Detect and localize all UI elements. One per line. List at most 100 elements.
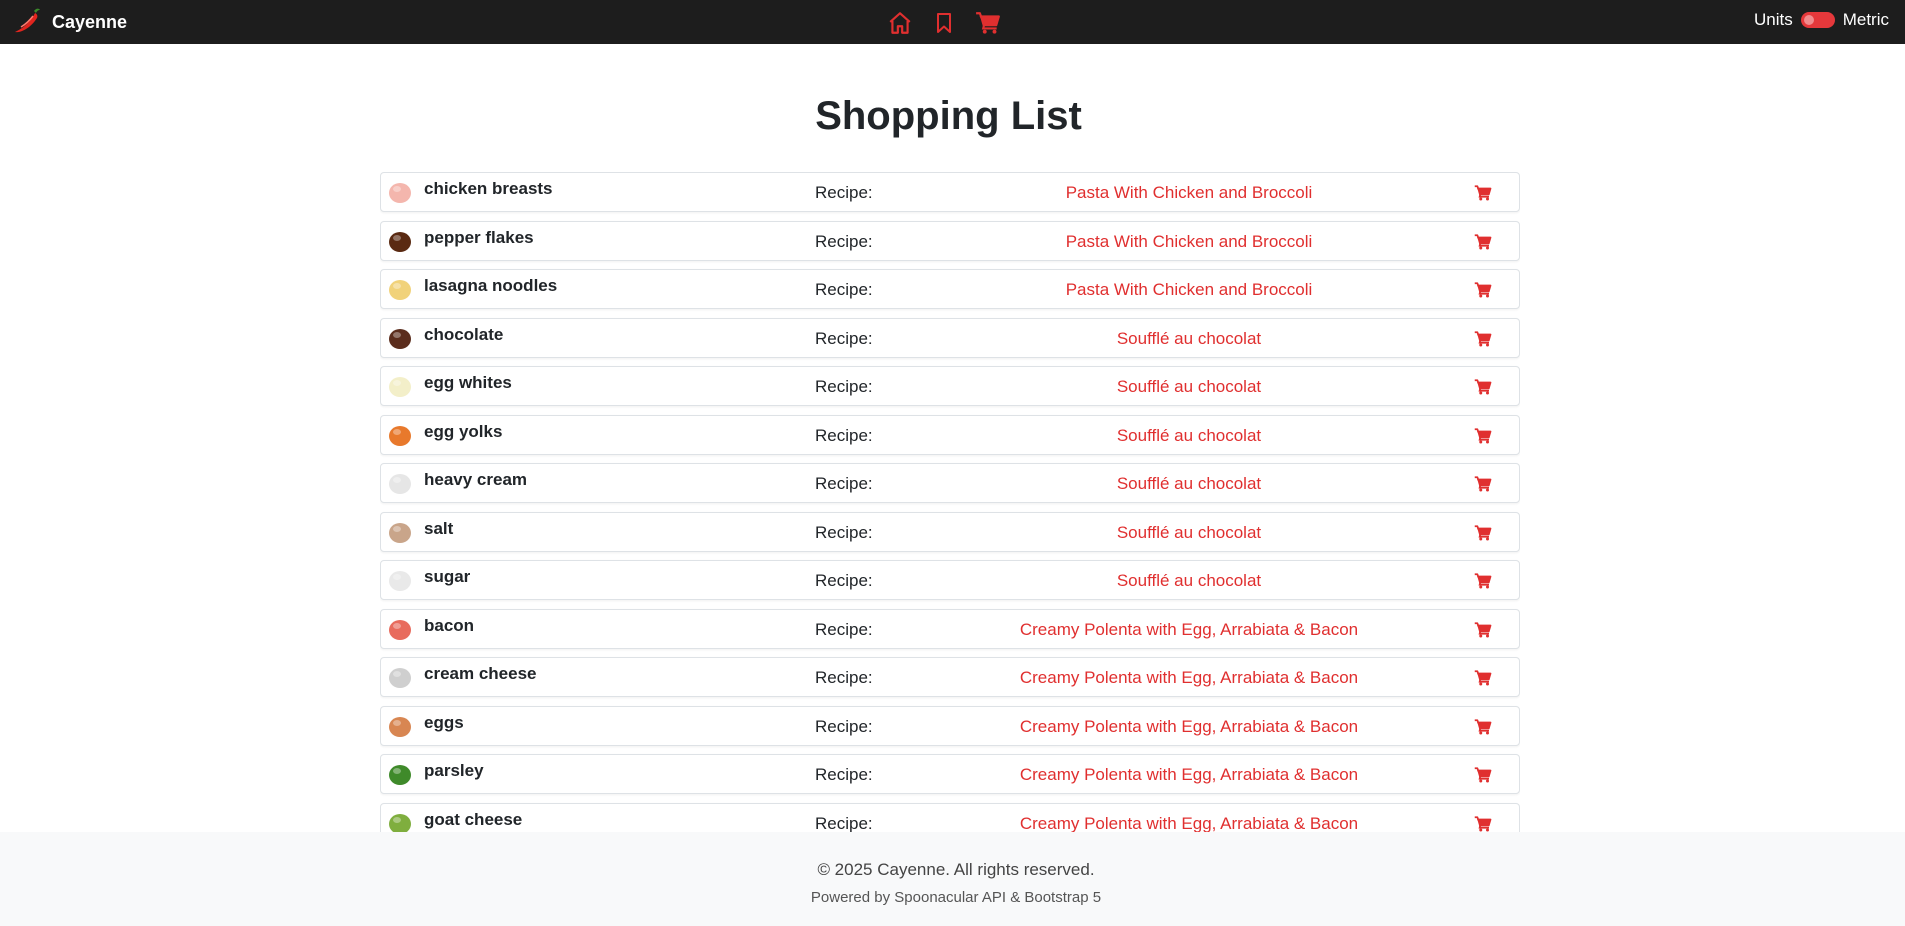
- ingredient-name: lasagna noodles: [424, 276, 558, 295]
- ingredient-image: [384, 176, 416, 208]
- cart-icon[interactable]: [1474, 330, 1494, 348]
- cart-icon[interactable]: [1474, 669, 1494, 687]
- ingredient-name: heavy cream: [424, 470, 528, 489]
- recipe-link[interactable]: Soufflé au chocolat: [929, 329, 1449, 349]
- cart-icon[interactable]: [1474, 621, 1494, 639]
- recipe-link[interactable]: Soufflé au chocolat: [929, 571, 1449, 591]
- ingredient-name: egg yolks: [424, 422, 503, 441]
- ingredient-name: cream cheese: [424, 664, 537, 683]
- list-item: sugar Recipe: Soufflé au chocolat: [380, 560, 1520, 600]
- cart-icon[interactable]: [1474, 718, 1494, 736]
- list-item: lasagna noodles Recipe: Pasta With Chicken…: [380, 269, 1520, 309]
- recipe-label: Recipe:: [815, 377, 873, 396]
- home-icon[interactable]: [886, 10, 914, 36]
- recipe-link[interactable]: Pasta With Chicken and Broccoli: [929, 232, 1449, 252]
- cart-icon[interactable]: [1474, 524, 1494, 542]
- recipe-link[interactable]: Creamy Polenta with Egg, Arrabiata & Bac…: [929, 765, 1449, 785]
- list-item: goat cheese Recipe: Creamy Polenta with Eg…: [380, 803, 1520, 832]
- footer: © 2025 Cayenne. All rights reserved. Pow…: [0, 832, 1905, 926]
- recipe-label: Recipe:: [815, 183, 873, 202]
- recipe-link[interactable]: Soufflé au chocolat: [929, 426, 1449, 446]
- recipe-link[interactable]: Creamy Polenta with Egg, Arrabiata & Bac…: [929, 717, 1449, 737]
- ingredient-name: salt: [424, 519, 454, 538]
- nav-icon-group: [886, 10, 1002, 36]
- cart-icon[interactable]: [1474, 233, 1494, 251]
- list-item: cream cheese Recipe: Creamy Polenta with E…: [380, 657, 1520, 697]
- ingredient-name: eggs: [424, 713, 464, 732]
- navbar: Cayenne Units Metric: [0, 0, 1905, 44]
- recipe-label: Recipe:: [815, 668, 873, 687]
- units-switch: Units Metric: [1754, 0, 1889, 40]
- footer-copyright: © 2025 Cayenne. All rights reserved.: [817, 860, 1095, 879]
- toggle-knob: [1803, 15, 1814, 25]
- recipe-link[interactable]: Pasta With Chicken and Broccoli: [929, 280, 1449, 300]
- units-mode-label: Metric: [1842, 10, 1889, 29]
- units-toggle[interactable]: [1800, 12, 1835, 28]
- ingredient-image: [384, 613, 416, 645]
- recipe-link[interactable]: Pasta With Chicken and Broccoli: [929, 183, 1449, 203]
- cart-icon[interactable]: [1474, 815, 1494, 832]
- ingredient-image: [384, 370, 416, 402]
- recipe-label: Recipe:: [815, 329, 873, 348]
- recipe-link[interactable]: Creamy Polenta with Egg, Arrabiata & Bac…: [929, 814, 1449, 832]
- recipe-label: Recipe:: [815, 717, 873, 736]
- cart-icon[interactable]: [1474, 572, 1494, 590]
- ingredient-image: [384, 758, 416, 790]
- units-label: Units: [1753, 10, 1793, 29]
- ingredient-image: [384, 273, 416, 305]
- ingredient-image: [384, 710, 416, 742]
- recipe-label: Recipe:: [815, 474, 873, 493]
- recipe-link[interactable]: Soufflé au chocolat: [929, 523, 1449, 543]
- recipe-label: Recipe:: [815, 765, 873, 784]
- cart-icon[interactable]: [1474, 427, 1494, 445]
- list-item: pepper flakes Recipe: Pasta With Chicken a…: [380, 221, 1520, 261]
- list-item: chocolate Recipe: Soufflé au chocolat: [380, 318, 1520, 358]
- bookmark-icon[interactable]: [930, 10, 958, 36]
- list-item: egg yolks Recipe: Soufflé au chocolat: [380, 415, 1520, 455]
- ingredient-image: [384, 661, 416, 693]
- ingredient-name: chicken breasts: [424, 179, 553, 198]
- ingredient-image: [384, 419, 416, 451]
- chili-pepper-icon: [12, 5, 42, 40]
- ingredient-image: [384, 516, 416, 548]
- cart-icon[interactable]: [974, 10, 1002, 36]
- list-item: bacon Recipe: Creamy Polenta with Egg, Arr…: [380, 609, 1520, 649]
- ingredient-image: [384, 807, 416, 832]
- brand-link[interactable]: Cayenne: [12, 0, 127, 44]
- recipe-link[interactable]: Creamy Polenta with Egg, Arrabiata & Bac…: [929, 620, 1449, 640]
- ingredient-name: sugar: [424, 567, 471, 586]
- ingredient-name: chocolate: [424, 325, 504, 344]
- brand-name: Cayenne: [52, 11, 128, 32]
- ingredient-image: [384, 467, 416, 499]
- cart-icon[interactable]: [1474, 281, 1494, 299]
- cart-icon[interactable]: [1474, 378, 1494, 396]
- list-item: heavy cream Recipe: Soufflé au chocolat: [380, 463, 1520, 503]
- list-item: parsley Recipe: Creamy Polenta with Egg, A…: [380, 754, 1520, 794]
- list-item: egg whites Recipe: Soufflé au chocolat: [380, 366, 1520, 406]
- ingredient-name: goat cheese: [424, 810, 523, 829]
- ingredient-name: bacon: [424, 616, 475, 635]
- ingredient-image: [384, 225, 416, 257]
- recipe-label: Recipe:: [815, 426, 873, 445]
- recipe-label: Recipe:: [815, 280, 873, 299]
- recipe-link[interactable]: Creamy Polenta with Egg, Arrabiata & Bac…: [929, 668, 1449, 688]
- ingredient-name: egg whites: [424, 373, 512, 392]
- list-item: salt Recipe: Soufflé au chocolat: [380, 512, 1520, 552]
- recipe-label: Recipe:: [815, 571, 873, 590]
- list-item: chicken breasts Recipe: Pasta With Chicken…: [380, 172, 1520, 212]
- ingredient-name: pepper flakes: [424, 228, 534, 247]
- shopping-list: chicken breasts Recipe: Pasta With Chicken…: [380, 172, 1520, 832]
- recipe-label: Recipe:: [815, 620, 873, 639]
- list-item: eggs Recipe: Creamy Polenta with Egg, Arra…: [380, 706, 1520, 746]
- recipe-link[interactable]: Soufflé au chocolat: [929, 377, 1449, 397]
- recipe-link[interactable]: Soufflé au chocolat: [929, 474, 1449, 494]
- recipe-label: Recipe:: [815, 232, 873, 251]
- cart-icon[interactable]: [1474, 475, 1494, 493]
- ingredient-image: [384, 322, 416, 354]
- cart-icon[interactable]: [1474, 766, 1494, 784]
- ingredient-image: [384, 564, 416, 596]
- cart-icon[interactable]: [1474, 184, 1494, 202]
- recipe-label: Recipe:: [815, 523, 873, 542]
- page-title: Shopping List: [815, 94, 1082, 138]
- recipe-label: Recipe:: [815, 814, 873, 832]
